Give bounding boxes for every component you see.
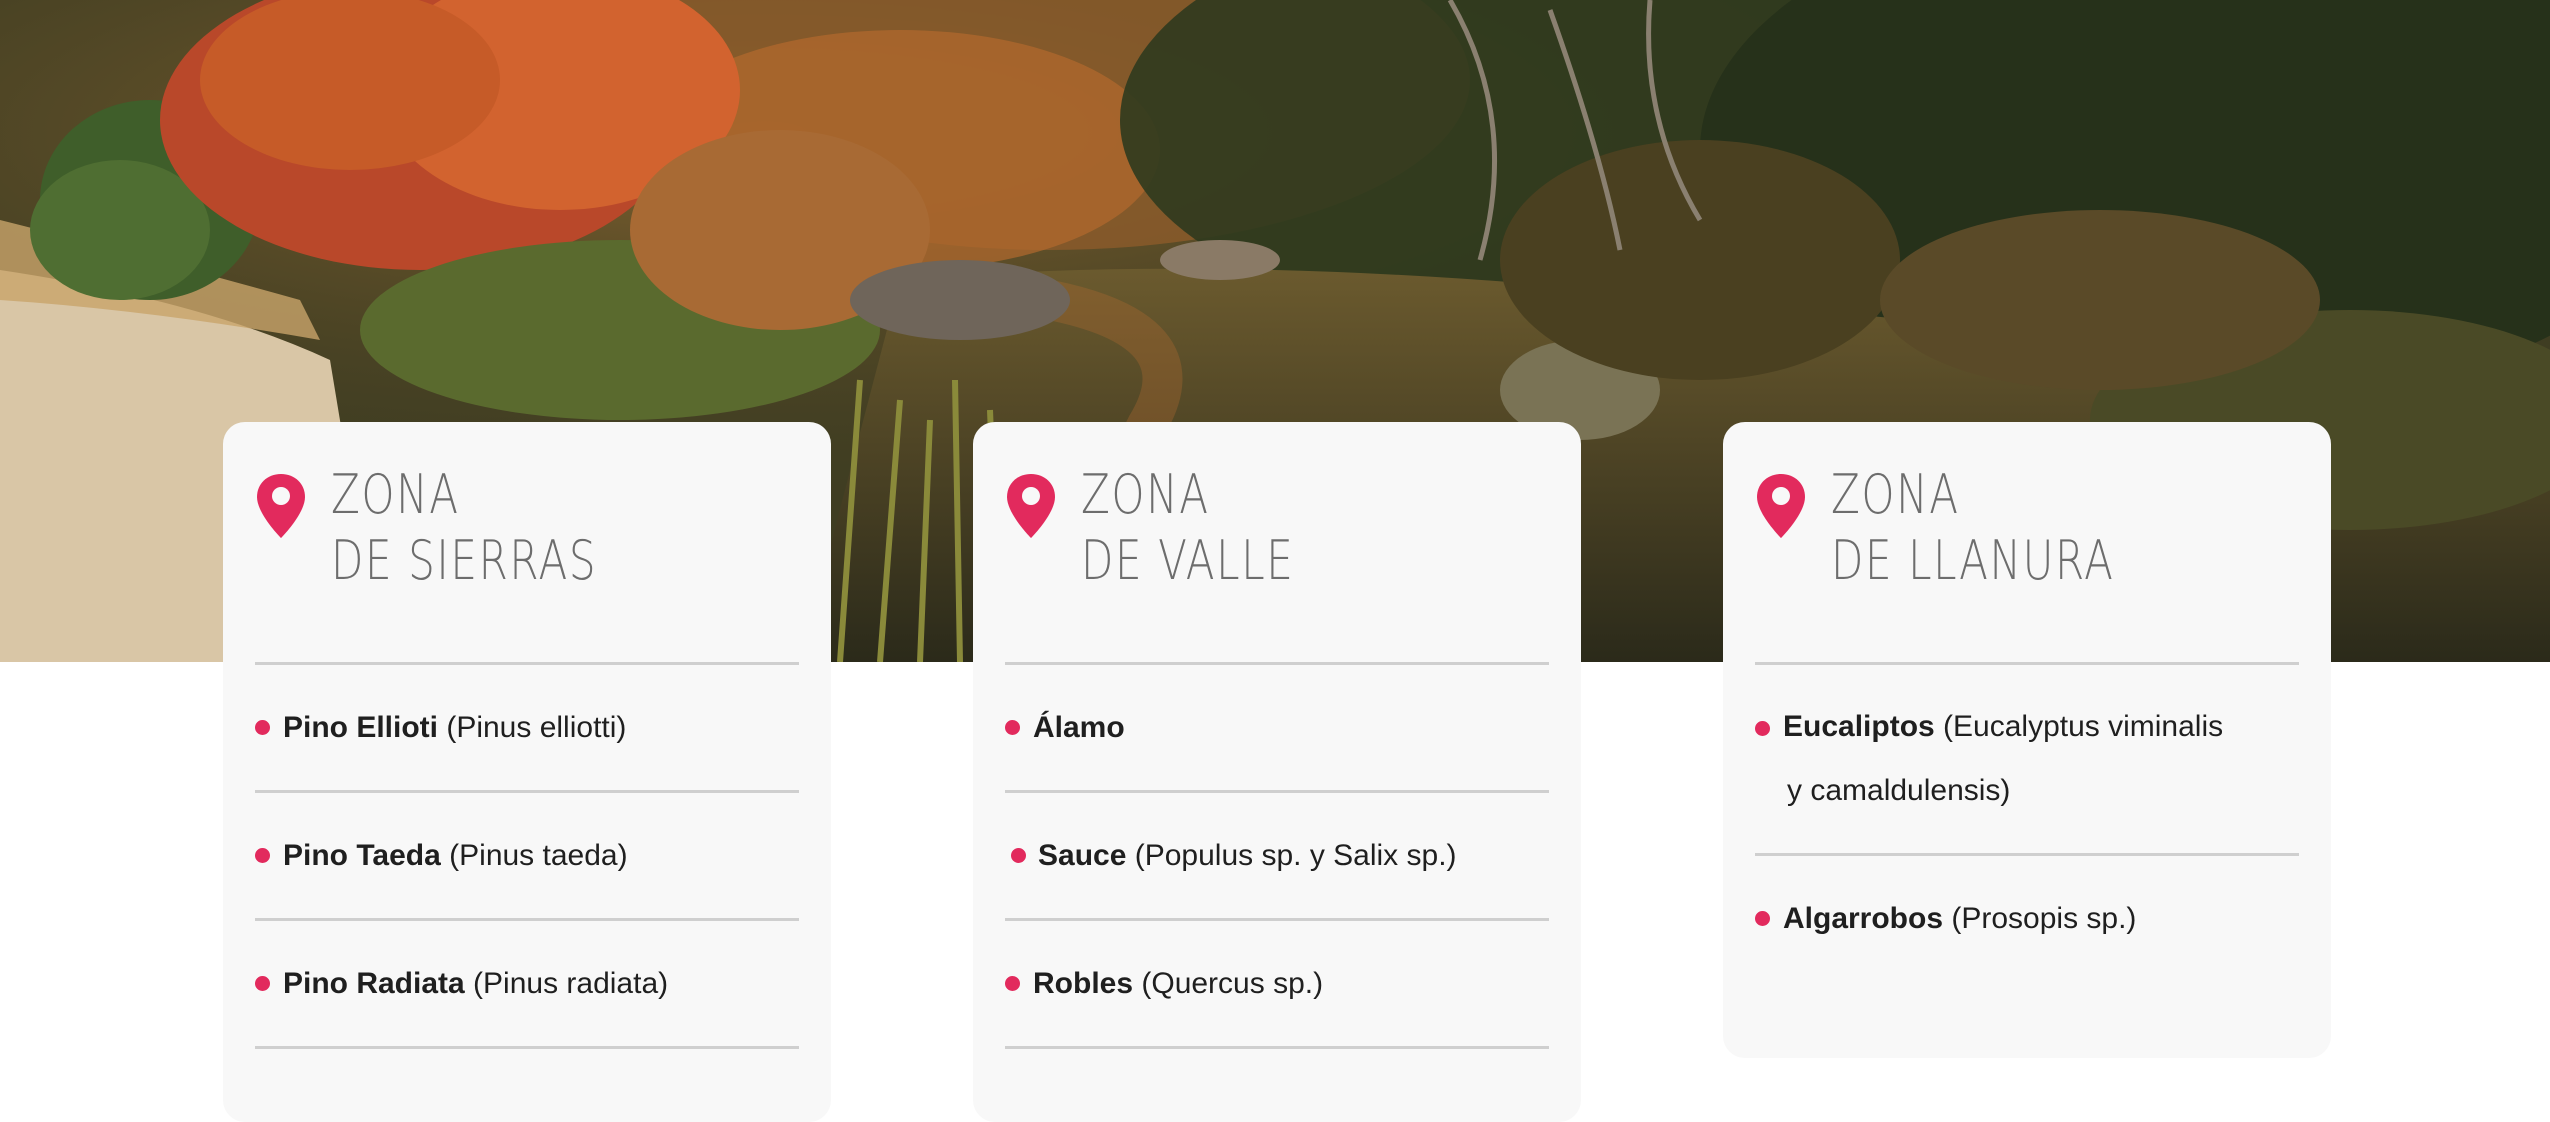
- bullet-icon: [255, 720, 270, 735]
- bullet-icon: [1755, 911, 1770, 926]
- species-name: Robles: [1033, 966, 1134, 1000]
- map-pin-icon: [1757, 474, 1805, 538]
- list-item: Pino Radiata (Pinus radiata): [255, 921, 799, 1046]
- species-name: Pino Ellioti: [283, 710, 438, 744]
- zone-card-header: ZONA DE VALLE: [1005, 422, 1549, 662]
- species-scientific: (Pinus radiata): [464, 966, 669, 1000]
- species-name: Sauce: [1038, 838, 1127, 872]
- list-item: Álamo: [1005, 665, 1549, 790]
- species-name: Pino Radiata: [283, 966, 465, 1000]
- zone-title-line2: DE VALLE: [1081, 529, 1295, 592]
- bullet-icon: [255, 976, 270, 991]
- list-item: Robles (Quercus sp.): [1005, 921, 1549, 1046]
- bullet-icon: [1011, 848, 1026, 863]
- bullet-icon: [1005, 720, 1020, 735]
- zone-title-line2: DE LLANURA: [1831, 529, 2115, 592]
- divider: [255, 1046, 799, 1049]
- species-name: Algarrobos: [1783, 901, 1944, 935]
- species-scientific: (Pinus taeda): [440, 838, 628, 872]
- species-name: Álamo: [1033, 710, 1125, 744]
- zone-title-line1: ZONA: [331, 463, 460, 526]
- zone-card-llanura: ZONA DE LLANURA Eucaliptos (Eucalyptus v…: [1723, 422, 2331, 1058]
- species-scientific: (Prosopis sp.): [1943, 901, 2137, 935]
- divider: [1005, 1046, 1549, 1049]
- list-item: Eucaliptos (Eucalyptus viminalis y camal…: [1755, 665, 2299, 853]
- species-scientific: (Pinus elliotti): [438, 710, 627, 744]
- zone-title: ZONA DE LLANURA: [1831, 462, 2114, 594]
- zone-card-sierras: ZONA DE SIERRAS Pino Ellioti (Pinus elli…: [223, 422, 831, 1122]
- zone-card-header: ZONA DE SIERRAS: [255, 422, 799, 662]
- zone-title-line1: ZONA: [1081, 463, 1210, 526]
- zone-title-line1: ZONA: [1831, 463, 1960, 526]
- bullet-icon: [1755, 721, 1770, 736]
- zone-title-line2: DE SIERRAS: [331, 529, 598, 592]
- map-pin-icon: [1007, 474, 1055, 538]
- list-item: Pino Taeda (Pinus taeda): [255, 793, 799, 918]
- species-scientific: (Eucalyptus viminalis: [1934, 710, 2224, 743]
- zone-card-header: ZONA DE LLANURA: [1755, 422, 2299, 662]
- map-pin-icon: [257, 474, 305, 538]
- zone-title: ZONA DE VALLE: [1081, 462, 1294, 594]
- species-name: Eucaliptos: [1783, 710, 1935, 743]
- list-item: Algarrobos (Prosopis sp.): [1755, 856, 2299, 981]
- zone-title: ZONA DE SIERRAS: [331, 462, 597, 594]
- bullet-icon: [255, 848, 270, 863]
- zone-card-valle: ZONA DE VALLE Álamo Sauce (Populus sp. y…: [973, 422, 1581, 1122]
- species-scientific-continued: y camaldulensis): [1787, 774, 2011, 807]
- list-item: Pino Ellioti (Pinus elliotti): [255, 665, 799, 790]
- species-name: Pino Taeda: [283, 838, 441, 872]
- species-scientific: (Quercus sp.): [1133, 966, 1324, 1000]
- list-item: Sauce (Populus sp. y Salix sp.): [1005, 793, 1549, 918]
- species-scientific: (Populus sp. y Salix sp.): [1126, 838, 1457, 872]
- bullet-icon: [1005, 976, 1020, 991]
